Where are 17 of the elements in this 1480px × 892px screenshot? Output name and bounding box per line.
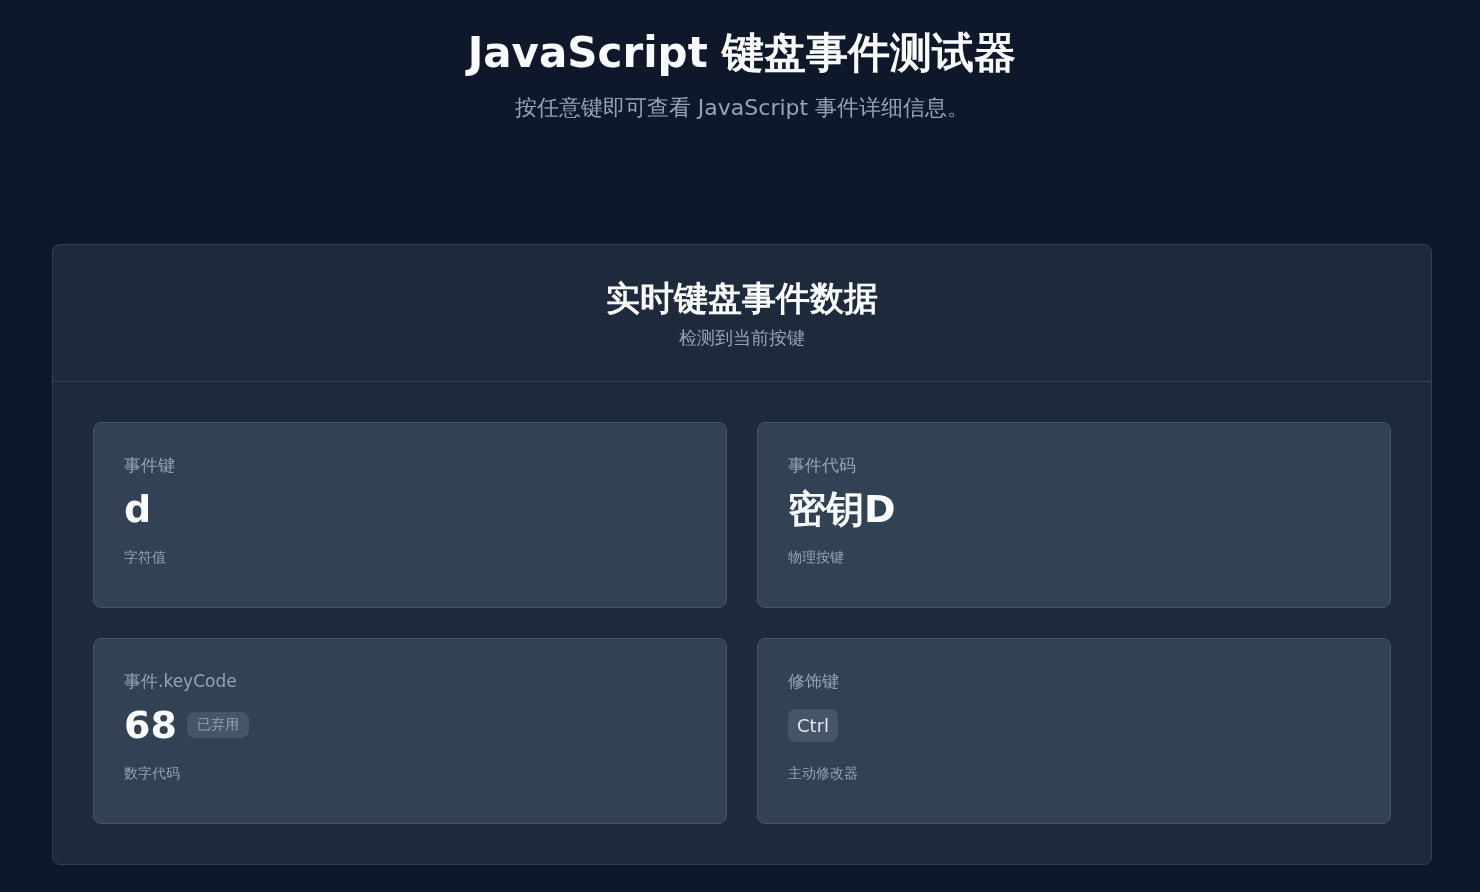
card-value: 密钥D	[788, 486, 896, 533]
card-value: d	[124, 486, 152, 533]
panel-subtitle: 检测到当前按键	[679, 326, 805, 350]
card-label: 事件代码	[788, 454, 857, 477]
page-title: JavaScript 键盘事件测试器	[467, 27, 1017, 79]
card-label: 修饰键	[788, 670, 840, 693]
card-note: 主动修改器	[788, 764, 859, 783]
modifier-key: Ctrl	[788, 708, 839, 742]
page-subtitle: 按任意键即可查看 JavaScript 事件详细信息。	[514, 94, 970, 122]
card-label: 事件.keyCode	[124, 670, 238, 693]
panel-title: 实时键盘事件数据	[606, 277, 878, 320]
card-label: 事件键	[124, 454, 176, 477]
card-note: 物理按键	[788, 548, 845, 567]
card-note: 字符值	[124, 548, 167, 567]
deprecated-badge: 已弃用	[186, 712, 249, 738]
card-note: 数字代码	[124, 764, 181, 783]
card-value: 68	[124, 702, 177, 749]
